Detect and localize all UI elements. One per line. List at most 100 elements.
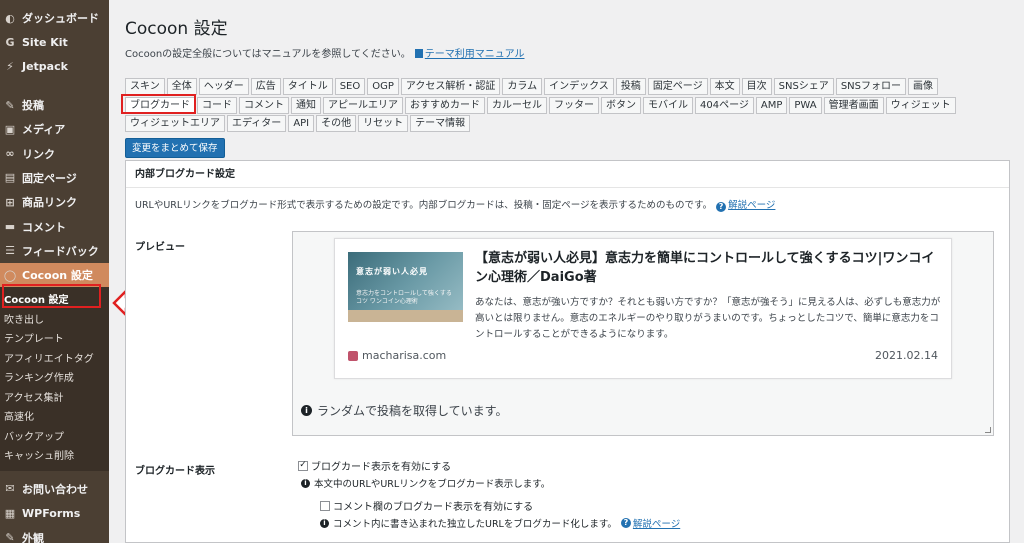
- tab-0-4[interactable]: タイトル: [282, 78, 333, 95]
- tab-0-13[interactable]: 目次: [741, 78, 772, 95]
- random-note: i ランダムで投稿を取得しています。: [301, 402, 507, 419]
- tab-0-16[interactable]: 画像: [908, 78, 938, 95]
- sidebar-item-label: 外観: [22, 531, 44, 543]
- tab-0-3[interactable]: 広告: [250, 78, 281, 95]
- tab-2-4[interactable]: リセット: [358, 115, 409, 132]
- tab-1-7[interactable]: フッター: [549, 96, 599, 114]
- tab-0-15[interactable]: SNSフォロー: [835, 78, 906, 95]
- sidebar-item-appearance[interactable]: ✎ 外観: [0, 525, 109, 543]
- jetpack-icon: ⚡: [6, 60, 14, 74]
- intro-label: Cocoonの設定全般についてはマニュアルを参照してください。: [125, 49, 411, 60]
- dashboard-icon: ◐: [5, 11, 15, 25]
- settings-tabs: スキン 全体 ヘッダー 広告 タイトル SEO OGP アクセス解析・認証 カラム インデックス投…: [125, 78, 985, 134]
- sidebar-item-label: メディア: [22, 123, 66, 137]
- blog-card[interactable]: 意志が弱い人必見 意志力をコントロールして強くするコツ ワンコイン心理術 【意志…: [334, 238, 952, 379]
- tab-1-14[interactable]: ウィジェット: [885, 96, 956, 114]
- sidebar-item-label: 商品リンク: [22, 196, 77, 210]
- tab-0-5[interactable]: SEO: [334, 78, 366, 95]
- sidebar-item-label: Site Kit: [22, 35, 68, 49]
- tab-0-12[interactable]: 本文: [709, 78, 740, 95]
- appearance-icon: ✎: [5, 531, 15, 543]
- resize-handle-icon[interactable]: [985, 427, 991, 433]
- tab-0-11[interactable]: 固定ページ: [647, 78, 708, 95]
- tab-1-9[interactable]: モバイル: [643, 96, 693, 114]
- sidebar-item-links[interactable]: ∞ リンク: [0, 141, 109, 165]
- link-icon: ∞: [5, 147, 15, 161]
- tab-1-13[interactable]: 管理者画面: [823, 96, 884, 114]
- tab-0-9[interactable]: インデックス: [544, 78, 614, 95]
- sidebar-item-wpforms[interactable]: ▦ WPForms: [0, 501, 109, 525]
- tab-2-5[interactable]: テーマ情報: [410, 115, 471, 132]
- info-icon: i: [301, 405, 312, 416]
- help-link[interactable]: 解説ページ: [728, 200, 775, 211]
- sidebar-item-dashboard[interactable]: ◐ ダッシュボード: [0, 6, 109, 30]
- submenu-item-balloon[interactable]: 吹き出し: [0, 311, 109, 331]
- tab-0-1[interactable]: 全体: [166, 78, 197, 95]
- panel-heading: 内部ブログカード設定: [126, 161, 1009, 188]
- comment-blogcard-option[interactable]: コメント欄のブログカード表示を有効にする: [320, 498, 533, 513]
- sidebar-item-sitekit[interactable]: G Site Kit: [0, 30, 109, 54]
- preview-area[interactable]: 意志が弱い人必見 意志力をコントロールして強くするコツ ワンコイン心理術 【意志…: [292, 231, 994, 436]
- highlight-box-submenu: [2, 284, 101, 308]
- tab-0-10[interactable]: 投稿: [615, 78, 646, 95]
- mail-icon: ✉: [5, 482, 15, 496]
- cocoon-icon: ◯: [3, 268, 17, 282]
- tab-0-7[interactable]: アクセス解析・認証: [400, 78, 501, 95]
- tab-2-3[interactable]: その他: [316, 115, 357, 132]
- tab-1-11[interactable]: AMP: [755, 96, 788, 114]
- tab-1-10[interactable]: 404ページ: [695, 96, 754, 114]
- tab-2-0[interactable]: ウィジェットエリア: [125, 115, 225, 132]
- tab-0-14[interactable]: SNSシェア: [773, 78, 834, 95]
- tab-1-2[interactable]: コメント: [239, 96, 289, 114]
- tab-0-2[interactable]: ヘッダー: [198, 78, 249, 95]
- submenu-item-speedup[interactable]: 高速化: [0, 408, 109, 428]
- tab-0-8[interactable]: カラム: [502, 78, 543, 95]
- comment-note: i コメント内に書き込まれた独立したURLをブログカード化します。? 解説ページ: [320, 516, 680, 530]
- submenu-item-template[interactable]: テンプレート: [0, 330, 109, 350]
- card-excerpt: あなたは、意志が強い方ですか？それとも弱い方ですか？「意志が強そう」に見える人は…: [475, 297, 941, 340]
- tab-1-8[interactable]: ボタン: [601, 96, 641, 114]
- enable-note: i 本文中のURLやURLリンクをブログカード表示します。: [301, 476, 550, 490]
- sidebar-item-label: コメント: [22, 220, 66, 234]
- checkbox-unchecked[interactable]: [320, 500, 330, 511]
- tab-2-2[interactable]: API: [288, 115, 315, 132]
- sidebar-item-feedback[interactable]: ☰ フィードバック: [0, 239, 109, 263]
- media-icon: ▣: [4, 122, 16, 136]
- sidebar-item-label: フィードバック: [22, 244, 99, 258]
- sidebar-item-jetpack[interactable]: ⚡ Jetpack: [0, 55, 109, 79]
- submenu-item-access-stats[interactable]: アクセス集計: [0, 389, 109, 409]
- tab-1-4[interactable]: アピールエリア: [323, 96, 403, 114]
- sidebar-item-pages[interactable]: ▤ 固定ページ: [0, 166, 109, 190]
- sidebar-item-label: ダッシュボード: [22, 12, 99, 26]
- enable-blogcard-option[interactable]: ✓ ブログカード表示を有効にする: [298, 458, 451, 473]
- checkbox-checked[interactable]: ✓: [298, 460, 308, 471]
- book-icon: [414, 49, 423, 58]
- save-all-button[interactable]: 変更をまとめて保存: [125, 138, 225, 158]
- note-text: コメント内に書き込まれた独立したURLをブログカード化します。: [333, 519, 617, 530]
- tab-1-6[interactable]: カルーセル: [487, 96, 547, 114]
- sidebar-item-media[interactable]: ▣ メディア: [0, 117, 109, 141]
- submenu-item-ranking[interactable]: ランキング作成: [0, 369, 109, 389]
- main-content: Cocoon 設定 Cocoonの設定全般についてはマニュアルを参照してください…: [109, 0, 1024, 543]
- display-label: ブログカード表示: [135, 466, 215, 477]
- help-link[interactable]: 解説ページ: [633, 516, 680, 530]
- tab-2-1[interactable]: エディター: [227, 115, 287, 132]
- sidebar-item-posts[interactable]: ✎ 投稿: [0, 93, 109, 117]
- admin-sidebar: ◐ ダッシュボード G Site Kit ⚡ Jetpack ✎ 投稿 ▣ メディア ∞ リ…: [0, 0, 109, 543]
- submenu-item-backup[interactable]: バックアップ: [0, 428, 109, 448]
- submenu-item-cache-clear[interactable]: キャッシュ削除: [0, 447, 109, 467]
- tab-1-5[interactable]: おすすめカード: [405, 96, 485, 114]
- sidebar-item-product-links[interactable]: ⊞ 商品リンク: [0, 190, 109, 214]
- tab-1-3[interactable]: 通知: [291, 96, 321, 114]
- note-text: 本文中のURLやURLリンクをブログカード表示します。: [314, 479, 551, 490]
- tab-0-0[interactable]: スキン: [125, 78, 165, 95]
- sidebar-item-comments[interactable]: ▬ コメント: [0, 214, 109, 238]
- info-icon: i: [301, 478, 310, 488]
- tab-0-6[interactable]: OGP: [367, 78, 399, 95]
- tab-1-12[interactable]: PWA: [789, 96, 822, 114]
- sidebar-item-label: Jetpack: [22, 60, 68, 74]
- manual-link[interactable]: テーマ利用マニュアル: [425, 49, 525, 60]
- tab-1-1[interactable]: コード: [197, 96, 237, 114]
- sidebar-item-contact[interactable]: ✉ お問い合わせ: [0, 477, 109, 501]
- submenu-item-affiliate-tag[interactable]: アフィリエイトタグ: [0, 350, 109, 370]
